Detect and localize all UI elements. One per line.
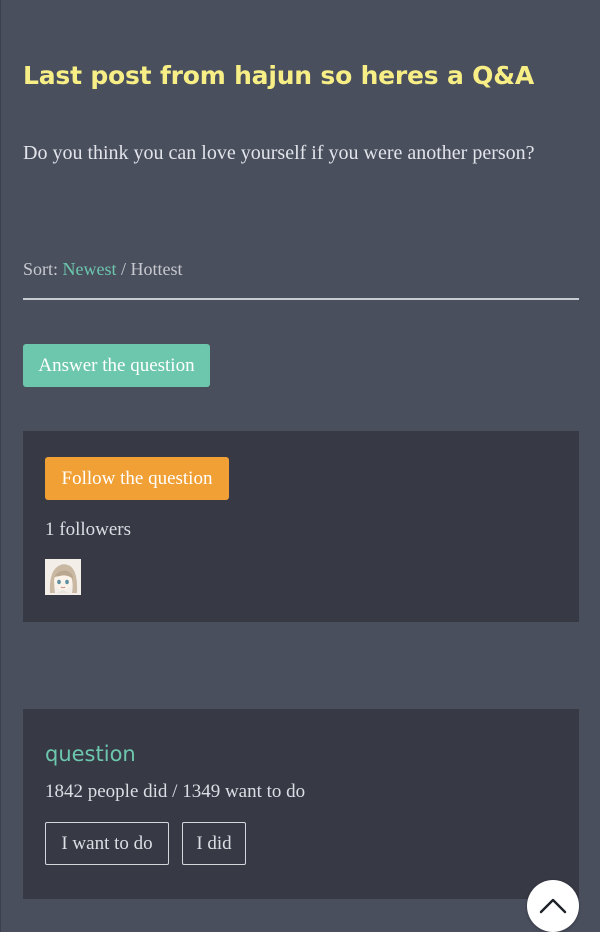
question-stats-card: question 1842 people did / 1349 want to …: [23, 709, 579, 899]
avatar-icon: [45, 559, 81, 595]
sort-bar: Sort: Newest / Hottest: [23, 256, 183, 282]
sort-label: Sort:: [23, 259, 59, 279]
stats-title: question: [45, 742, 136, 766]
scroll-to-top-button[interactable]: [527, 880, 579, 932]
stats-counts: 1842 people did / 1349 want to do: [45, 781, 306, 802]
want-to-do-button[interactable]: I want to do: [45, 822, 169, 865]
follower-avatar[interactable]: [45, 559, 81, 595]
sort-hottest-link[interactable]: Hottest: [131, 259, 183, 279]
sort-separator: /: [121, 259, 127, 279]
divider: [23, 298, 579, 300]
chevron-up-icon: [539, 898, 567, 914]
follow-card: Follow the question 1 followers: [23, 431, 579, 622]
did-button[interactable]: I did: [182, 822, 246, 865]
answer-question-button[interactable]: Answer the question: [23, 344, 210, 387]
page: Last post from hajun so heres a Q&A Do y…: [0, 0, 600, 932]
sort-newest-link[interactable]: Newest: [63, 259, 117, 279]
followers-count: 1 followers: [45, 519, 132, 540]
post-title: Last post from hajun so heres a Q&A: [23, 61, 534, 90]
question-text: Do you think you can love yourself if yo…: [23, 142, 535, 164]
follow-question-button[interactable]: Follow the question: [45, 457, 229, 500]
